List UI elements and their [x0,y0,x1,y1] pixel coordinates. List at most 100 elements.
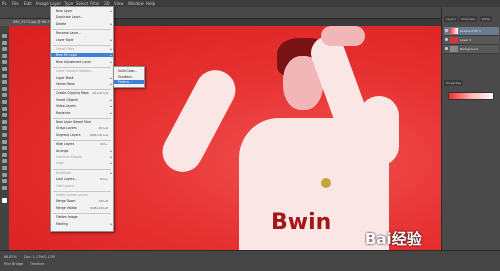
submenu-arrow-icon: ▸ [110,170,112,175]
gradient-swatch[interactable] [448,92,494,100]
layer-row[interactable]: Background [444,45,499,54]
menu-item[interactable]: Layer Style ▸ [51,38,113,42]
tool-icon[interactable] [2,47,7,52]
tool-icon[interactable] [2,179,7,184]
menu-item[interactable]: Rename Layer... [51,31,113,35]
menu-separator [53,191,111,192]
menu-item[interactable]: Ungroup Layers Shift+Ctrl+G [51,133,113,137]
menu-item[interactable]: Smart Filter ▸ [51,47,113,51]
submenu-item[interactable]: Solid Color... [114,69,144,73]
channels-tab[interactable]: Channels [459,16,477,22]
tool-icon[interactable] [2,113,7,118]
menubar-item[interactable]: Edit [24,1,32,6]
menu-item[interactable]: Flatten Image [51,215,113,219]
zoom-level[interactable]: 66.67% [4,255,17,259]
tool-icon[interactable] [2,80,7,85]
menu-item[interactable]: Hide Layers Ctrl+, [51,142,113,146]
menu-item-label: New Fill Layer [56,53,78,58]
new-fill-layer-submenu: Solid Color... Gradient... Pattern... [113,66,145,88]
menu-item[interactable]: Video Layers ▸ [51,104,113,108]
submenu-arrow-icon: ▸ [110,161,112,166]
properties-tab[interactable]: Properties [444,80,464,86]
menu-item[interactable]: Vector Mask ▸ [51,82,113,86]
menu-item-label: Lock Layers... [56,177,78,182]
menu-item[interactable]: New Fill Layer ▸ [51,53,113,58]
menu-item[interactable]: Layer Content Options... [51,69,113,73]
menu-item[interactable]: Merge Visible Shift+Ctrl+E [51,206,113,210]
club-crest [321,178,331,188]
tool-icon[interactable] [2,106,7,111]
menu-item[interactable]: New Layer ▸ [51,9,113,13]
tool-icon[interactable] [2,126,7,131]
menu-item[interactable]: Lock Layers... Ctrl+/ [51,177,113,181]
menu-item[interactable]: Duplicate Layer... [51,15,113,19]
menu-item[interactable]: Matting ▸ [51,222,113,226]
menu-separator [53,67,111,69]
menu-item[interactable]: New Layer Based Slice [51,120,113,124]
submenu-arrow-icon: ▸ [110,47,112,51]
visibility-eye-icon[interactable] [445,29,448,32]
layer-menu: New Layer ▸ Duplicate Layer... Delete ▸ Renam… [50,6,114,232]
tool-icon[interactable] [2,146,7,151]
tool-icon[interactable] [2,86,7,91]
tool-icon[interactable] [2,60,7,65]
menu-item[interactable]: Link Layers [51,184,113,188]
menu-item[interactable]: Rasterize ▸ [51,111,113,115]
menubar-item[interactable]: View [114,1,124,6]
menubar-item[interactable]: Help [146,1,155,6]
menu-item[interactable]: Delete ▸ [51,22,113,26]
menu-item-label: Matting [56,221,68,226]
menu-item-shortcut: Ctrl+G [98,126,109,131]
tool-icon[interactable] [2,53,7,58]
menu-item[interactable]: Merge Down Ctrl+E [51,199,113,203]
mini-bridge-tab[interactable]: Mini Bridge [4,262,23,266]
menubar-item[interactable]: Window [128,1,144,6]
menubar-item[interactable]: File [12,1,19,6]
menu-separator [53,118,111,119]
menu-item[interactable]: Create Clipping Mask Alt+Ctrl+G [51,91,113,95]
tool-icon[interactable] [2,159,7,164]
tool-icon[interactable] [2,100,7,104]
tool-icon[interactable] [2,133,7,137]
submenu-arrow-icon: ▸ [110,37,112,42]
submenu-item[interactable]: Gradient... [114,75,144,79]
layer-row[interactable]: Gradient Fill 1 [444,27,499,36]
menu-item[interactable]: Arrange ▸ [51,149,113,153]
tool-icon[interactable] [2,40,7,45]
submenu-arrow-icon: ▸ [110,148,112,153]
visibility-eye-icon[interactable] [445,38,448,41]
menubar-item[interactable]: Ps [2,1,6,6]
tool-icon[interactable] [2,152,7,157]
tool-icon[interactable] [2,119,7,124]
timeline-tab[interactable]: Timeline [30,262,44,266]
layers-tab[interactable]: Layers [444,16,458,22]
tool-icon[interactable] [2,185,7,190]
foreground-color-swatch[interactable] [2,198,7,203]
submenu-item[interactable]: Pattern... [114,80,144,85]
menubar-item[interactable]: Image [36,1,49,6]
tool-icon[interactable] [2,73,7,78]
menu-item[interactable]: Combine Shapes ▸ [51,155,113,159]
menu-item[interactable]: Select Linked Layers [51,193,113,197]
menu-item-label: Hide Layers [56,142,75,147]
tool-icon[interactable] [2,67,7,71]
menu-item[interactable]: Layer Mask ▸ [51,76,113,80]
menu-item-label: Video Layers [56,104,76,109]
menu-item-label: Smart Objects [56,97,79,102]
tool-icon[interactable] [2,93,7,98]
layer-row[interactable]: Layer 1 [444,36,499,45]
tool-icon[interactable] [2,34,7,38]
tool-icon[interactable] [2,139,7,144]
menu-item[interactable]: Smart Objects ▸ [51,98,113,102]
menu-item[interactable]: New Adjustment Layer ▸ [51,60,113,64]
right-panels: Layers Channels Paths Gradient Fill 1 La… [441,7,500,250]
menu-item-label: Layer Mask [56,75,74,80]
tool-icon[interactable] [2,166,7,170]
visibility-eye-icon[interactable] [445,47,448,50]
paths-tab[interactable]: Paths [480,16,493,22]
menu-item[interactable]: Align ▸ [51,161,113,165]
menu-item[interactable]: Distribute ▸ [51,171,113,175]
menu-item-label: Vector Mask [56,82,75,86]
menu-item[interactable]: Group Layers Ctrl+G [51,126,113,130]
tool-icon[interactable] [2,172,7,177]
